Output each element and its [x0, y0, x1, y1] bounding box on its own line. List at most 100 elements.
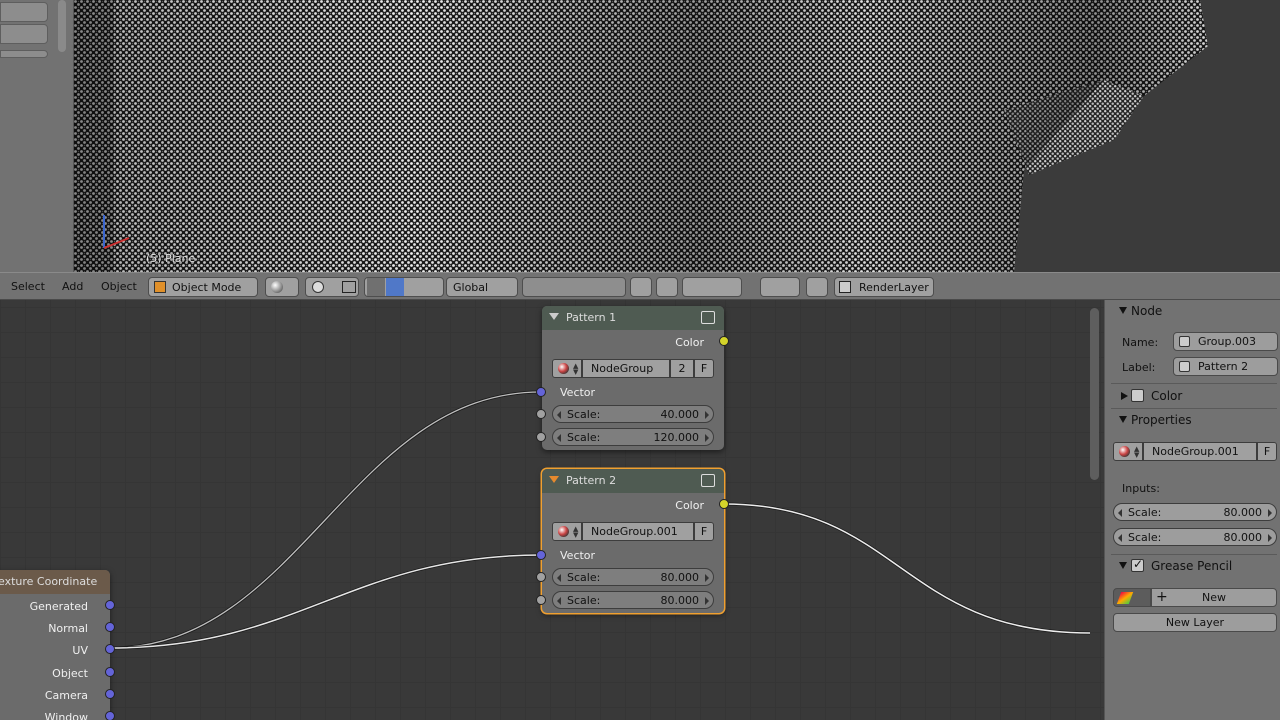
menu-object[interactable]: Object	[101, 280, 137, 293]
vector-input-socket[interactable]	[536, 387, 546, 397]
scale-input-field[interactable]: Scale: 80.000	[552, 591, 714, 609]
render-layer-dropdown[interactable]: RenderLayer	[834, 277, 934, 297]
tool-shelf-button[interactable]	[0, 2, 48, 22]
increment-arrow-icon[interactable]	[705, 574, 709, 582]
decrement-arrow-icon[interactable]	[557, 597, 561, 605]
scale-input-field[interactable]: Scale: 120.000	[552, 428, 714, 446]
3d-viewport[interactable]: (5) Plane	[0, 0, 1280, 272]
browse-group-button[interactable]: ▲ ▼	[1113, 442, 1143, 461]
increment-arrow-icon[interactable]	[1268, 509, 1272, 517]
grease-pencil-browse[interactable]	[1113, 588, 1151, 607]
new-layer-button[interactable]: New Layer	[1113, 613, 1277, 632]
tool-shelf-button[interactable]	[0, 24, 48, 44]
uv-output-socket[interactable]	[105, 644, 115, 654]
browse-group-button[interactable]: ▲ ▼	[552, 522, 582, 541]
translate-icon[interactable]	[386, 278, 404, 296]
node-group-icon[interactable]	[701, 311, 715, 324]
node-group-selector[interactable]: ▲ ▼ NodeGroup.001 F	[1113, 442, 1277, 461]
node-name-field[interactable]: Group.003	[1173, 332, 1278, 351]
node-group-name[interactable]: NodeGroup	[582, 359, 670, 378]
normal-output-socket[interactable]	[105, 622, 115, 632]
collapse-arrow-icon[interactable]	[549, 313, 559, 320]
editor-scrollbar[interactable]	[1090, 308, 1099, 480]
menu-add[interactable]: Add	[62, 280, 83, 293]
fake-user-button[interactable]: F	[694, 522, 714, 541]
increment-arrow-icon[interactable]	[1268, 534, 1272, 542]
scale-input-field[interactable]: Scale: 80.000	[1113, 503, 1277, 521]
transform-manipulators[interactable]	[364, 277, 444, 297]
node-group-name[interactable]: NodeGroup.001	[582, 522, 694, 541]
node-group-selector[interactable]: ▲ ▼ NodeGroup 2 F	[552, 359, 714, 378]
tool-shelf-scrollbar[interactable]	[58, 0, 66, 52]
increment-arrow-icon[interactable]	[705, 411, 709, 419]
mode-dropdown[interactable]: Object Mode	[148, 277, 258, 297]
scale-input-field[interactable]: Scale: 80.000	[552, 568, 714, 586]
node-group-name[interactable]: NodeGroup.001	[1143, 442, 1257, 461]
orientation-dropdown[interactable]: Global	[446, 277, 518, 297]
pattern-1-node[interactable]: Pattern 1 Color ▲ ▼ NodeGroup 2 F Vector …	[542, 306, 724, 450]
axis-icon	[367, 278, 385, 296]
increment-arrow-icon[interactable]	[705, 597, 709, 605]
layer-buttons[interactable]	[522, 277, 626, 297]
decrement-arrow-icon[interactable]	[557, 434, 561, 442]
viewport-shading-dropdown[interactable]	[265, 277, 299, 297]
rotate-icon[interactable]	[405, 278, 423, 296]
scale-input-socket[interactable]	[536, 595, 546, 605]
pattern-2-node[interactable]: Pattern 2 Color ▲ ▼ NodeGroup.001 F Vecto…	[542, 469, 724, 613]
scale-input-field[interactable]: Scale: 80.000	[1113, 528, 1277, 546]
object-output-socket[interactable]	[105, 667, 115, 677]
menu-select[interactable]: Select	[11, 280, 45, 293]
scale-input-field[interactable]: Scale: 40.000	[552, 405, 714, 423]
node-header[interactable]: Pattern 2	[542, 469, 724, 493]
user-count[interactable]: 2	[670, 359, 694, 378]
scale-input-socket[interactable]	[536, 572, 546, 582]
color-output-socket[interactable]	[719, 499, 729, 509]
camera-output-socket[interactable]	[105, 689, 115, 699]
decrement-arrow-icon[interactable]	[1118, 534, 1122, 542]
grease-pencil-panel-header[interactable]: Grease Pencil	[1111, 555, 1277, 577]
orientation-label: Global	[453, 281, 489, 294]
scale-icon[interactable]	[425, 278, 443, 296]
lock-layers-button[interactable]	[630, 277, 652, 297]
new-grease-pencil-button[interactable]: + New	[1151, 588, 1277, 607]
pivot-and-manipulator-group[interactable]	[305, 277, 359, 297]
generated-output-socket[interactable]	[105, 600, 115, 610]
fake-user-button[interactable]: F	[694, 359, 714, 378]
color-output-socket[interactable]	[719, 336, 729, 346]
node-header[interactable]: exture Coordinate	[0, 570, 110, 594]
render-border-button[interactable]	[806, 277, 828, 297]
scale-input-socket[interactable]	[536, 432, 546, 442]
panel-divider	[1111, 383, 1277, 384]
grease-pencil-checkbox[interactable]	[1131, 557, 1144, 572]
decrement-arrow-icon[interactable]	[557, 574, 561, 582]
node-editor-canvas[interactable]: Pattern 1 Color ▲ ▼ NodeGroup 2 F Vector …	[0, 300, 1104, 720]
node-group-selector[interactable]: ▲ ▼ NodeGroup.001 F	[552, 522, 714, 541]
node-header[interactable]: Pattern 1	[542, 306, 724, 330]
render-layer-icon	[839, 281, 851, 293]
tool-shelf-button[interactable]	[0, 50, 48, 58]
output-object-label: Object	[52, 667, 88, 680]
proportional-edit-button[interactable]	[656, 277, 678, 297]
snap-controls[interactable]	[682, 277, 742, 297]
node-title: Pattern 1	[566, 311, 617, 324]
render-buttons[interactable]	[760, 277, 800, 297]
decrement-arrow-icon[interactable]	[557, 411, 561, 419]
window-output-socket[interactable]	[105, 711, 115, 720]
increment-arrow-icon[interactable]	[705, 434, 709, 442]
collapse-arrow-icon[interactable]	[549, 476, 559, 483]
node-panel-header[interactable]: Node	[1111, 300, 1277, 322]
texture-coordinate-node[interactable]: exture Coordinate Generated Normal UV Ob…	[0, 570, 110, 720]
color-panel-header[interactable]: Color	[1111, 385, 1277, 407]
fake-user-button[interactable]: F	[1257, 442, 1277, 461]
color-checkbox[interactable]	[1131, 389, 1144, 402]
material-ball-icon	[558, 363, 569, 374]
node-group-icon[interactable]	[701, 474, 715, 487]
decrement-arrow-icon[interactable]	[1118, 509, 1122, 517]
browse-group-button[interactable]: ▲ ▼	[552, 359, 582, 378]
properties-panel-header[interactable]: Properties	[1111, 409, 1277, 431]
output-normal-label: Normal	[48, 622, 88, 635]
vector-input-socket[interactable]	[536, 550, 546, 560]
updown-icon: ▲ ▼	[573, 525, 579, 539]
node-label-field[interactable]: Pattern 2	[1173, 357, 1278, 376]
scale-input-socket[interactable]	[536, 409, 546, 419]
